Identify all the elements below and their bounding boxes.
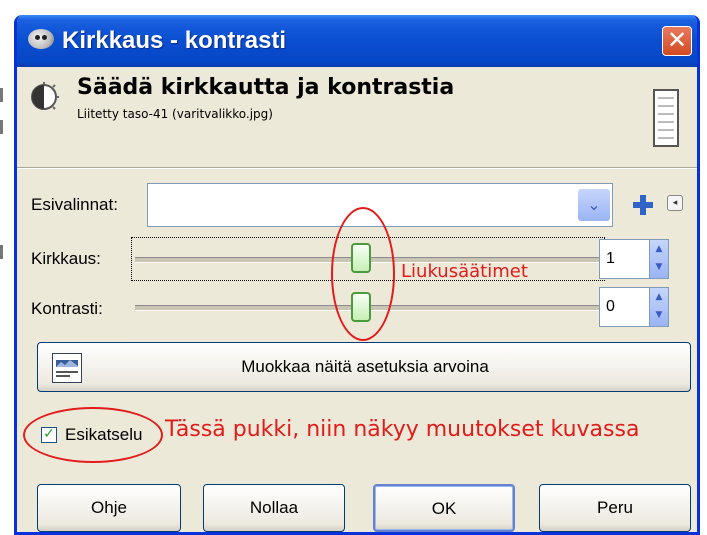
contrast-icon (31, 82, 59, 110)
brightness-label: Kirkkaus: (31, 249, 101, 268)
preview-annotation-text: Tässä pukki, niin näkyy muutokset kuvass… (165, 417, 640, 442)
help-button[interactable]: Ohje (37, 484, 181, 532)
presets-menu-icon[interactable]: ◂ (667, 195, 683, 211)
brightness-spinbox[interactable]: 1 ▲ ▼ (599, 239, 669, 279)
brightness-spin-arrows[interactable]: ▲ ▼ (649, 240, 668, 278)
header-subtitle: Liitetty taso-41 (varitvalikko.jpg) (77, 107, 273, 121)
chevron-down-icon[interactable]: ⌄ (578, 189, 610, 221)
layer-thumbnail (653, 89, 679, 147)
sliders-annotation-text: Liukusäätimet (401, 261, 528, 282)
sliders-annotation-ellipse (331, 207, 395, 341)
background-mark (0, 120, 3, 134)
gimp-wilber-icon (28, 29, 54, 49)
edit-as-values-label: Muokkaa näitä asetuksia arvoina (241, 357, 489, 376)
cancel-button[interactable]: Peru (539, 484, 691, 532)
background-mark (0, 245, 3, 259)
ok-button[interactable]: OK (373, 484, 515, 532)
contrast-value: 0 (606, 298, 615, 315)
title-bar[interactable]: Kirkkaus - kontrasti ✕ (17, 15, 697, 67)
contrast-spin-arrows[interactable]: ▲ ▼ (649, 288, 668, 326)
edit-as-values-button[interactable]: Muokkaa näitä asetuksia arvoina (37, 342, 691, 392)
header-title: Säädä kirkkautta ja kontrastia (77, 75, 455, 100)
contrast-label: Kontrasti: (31, 299, 103, 318)
background-edge (0, 0, 14, 535)
separator (17, 168, 697, 169)
preview-annotation-ellipse (23, 407, 163, 463)
brightness-value: 1 (606, 250, 615, 267)
background-mark (0, 88, 3, 102)
plus-icon[interactable] (633, 195, 653, 215)
reset-button[interactable]: Nollaa (203, 484, 345, 532)
window-title: Kirkkaus - kontrasti (62, 27, 287, 54)
contrast-spinbox[interactable]: 0 ▲ ▼ (599, 287, 669, 327)
dialog-header: Säädä kirkkautta ja kontrastia Liitetty … (17, 67, 697, 169)
presets-label: Esivalinnat: (31, 195, 118, 214)
brightness-contrast-dialog: Kirkkaus - kontrasti ✕ Säädä kirkkautta … (14, 15, 700, 535)
close-button[interactable]: ✕ (662, 26, 692, 56)
